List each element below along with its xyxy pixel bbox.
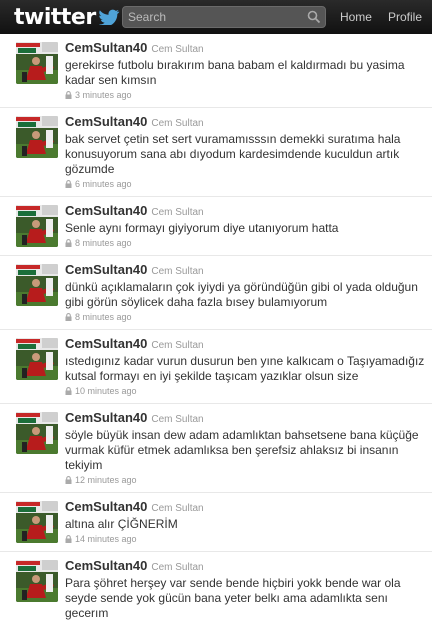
lock-icon <box>65 313 72 321</box>
lock-icon <box>65 91 72 99</box>
tweet-realname: Cem Sultan <box>151 44 204 55</box>
nav-profile-link[interactable]: Profile <box>388 10 422 24</box>
logo-text: twitter <box>14 4 96 30</box>
lock-icon <box>65 535 72 543</box>
tweet-timestamp[interactable]: 10 minutes ago <box>75 385 137 397</box>
tweet-item[interactable]: CemSultan40 Cem Sultan ıstedıgınız kadar … <box>0 330 432 404</box>
avatar[interactable] <box>16 560 58 602</box>
tweet-text: bak servet çetin set sert vuramamısssın … <box>65 132 401 176</box>
search-icon[interactable] <box>307 10 321 24</box>
tweet-item[interactable]: CemSultan40 Cem Sultan dünkü açıklamaları… <box>0 256 432 330</box>
tweet-username[interactable]: CemSultan40 <box>65 410 147 425</box>
tweet-timestamp[interactable]: 8 minutes ago <box>75 237 132 249</box>
tweet-meta: 12 minutes ago <box>65 474 428 486</box>
tweet-text: dünkü açıklamaların çok iyiydi ya göründ… <box>65 280 418 309</box>
avatar[interactable] <box>16 205 58 247</box>
avatar[interactable] <box>16 412 58 454</box>
tweet-username[interactable]: CemSultan40 <box>65 499 147 514</box>
tweet-username[interactable]: CemSultan40 <box>65 558 147 573</box>
tweet-text: altına alır ÇİĞNERİM <box>65 517 178 531</box>
tweet-realname: Cem Sultan <box>151 414 204 425</box>
avatar[interactable] <box>16 42 58 84</box>
tweet-realname: Cem Sultan <box>151 266 204 277</box>
tweet-meta: 8 minutes ago <box>65 237 428 249</box>
tweet-realname: Cem Sultan <box>151 207 204 218</box>
tweet-item[interactable]: CemSultan40 Cem Sultan gerekirse futbolu … <box>0 34 432 108</box>
tweet-timeline: CemSultan40 Cem Sultan gerekirse futbolu … <box>0 34 432 624</box>
tweet-text: gerekirse futbolu bırakırım bana babam e… <box>65 58 405 87</box>
tweet-realname: Cem Sultan <box>151 562 204 573</box>
tweet-text: ıstedıgınız kadar vurun dusurun ben yıne… <box>65 354 425 383</box>
lock-icon <box>65 387 72 395</box>
avatar[interactable] <box>16 116 58 158</box>
tweet-item[interactable]: CemSultan40 Cem Sultan Senle aynı formayı… <box>0 197 432 256</box>
nav-home-link[interactable]: Home <box>340 10 372 24</box>
tweet-username[interactable]: CemSultan40 <box>65 262 147 277</box>
avatar[interactable] <box>16 501 58 543</box>
avatar[interactable] <box>16 264 58 306</box>
tweet-item[interactable]: CemSultan40 Cem Sultan Para şöhret herşey… <box>0 552 432 624</box>
tweet-realname: Cem Sultan <box>151 503 204 514</box>
tweet-timestamp[interactable]: 14 minutes ago <box>75 533 137 545</box>
tweet-timestamp[interactable]: 12 minutes ago <box>75 474 137 486</box>
bird-icon <box>98 9 119 25</box>
tweet-text: söyle büyük insan dew adam adamlıktan ba… <box>65 428 419 472</box>
tweet-realname: Cem Sultan <box>151 118 204 129</box>
tweet-realname: Cem Sultan <box>151 340 204 351</box>
twitter-logo[interactable]: twitter <box>14 5 120 30</box>
tweet-meta: 14 minutes ago <box>65 533 428 545</box>
search-box[interactable] <box>122 6 326 28</box>
avatar[interactable] <box>16 338 58 380</box>
tweet-timestamp[interactable]: 3 minutes ago <box>75 89 132 101</box>
tweet-timestamp[interactable]: 6 minutes ago <box>75 178 132 190</box>
tweet-item[interactable]: CemSultan40 Cem Sultan söyle büyük insan … <box>0 404 432 493</box>
tweet-meta: 6 minutes ago <box>65 178 428 190</box>
top-bar: twitter Home Profile <box>0 0 432 34</box>
tweet-meta: 3 minutes ago <box>65 89 428 101</box>
tweet-username[interactable]: CemSultan40 <box>65 40 147 55</box>
tweet-username[interactable]: CemSultan40 <box>65 114 147 129</box>
tweet-meta: 8 minutes ago <box>65 311 428 323</box>
tweet-text: Senle aynı formayı giyiyorum diye utanıy… <box>65 221 339 235</box>
top-nav: Home Profile <box>340 0 432 34</box>
tweet-meta: 10 minutes ago <box>65 385 428 397</box>
search-input[interactable] <box>128 10 298 24</box>
tweet-text: Para şöhret herşey var sende bende hiçbi… <box>65 576 401 620</box>
tweet-item[interactable]: CemSultan40 Cem Sultan altına alır ÇİĞNER… <box>0 493 432 552</box>
lock-icon <box>65 476 72 484</box>
tweet-username[interactable]: CemSultan40 <box>65 203 147 218</box>
lock-icon <box>65 239 72 247</box>
lock-icon <box>65 180 72 188</box>
tweet-username[interactable]: CemSultan40 <box>65 336 147 351</box>
tweet-item[interactable]: CemSultan40 Cem Sultan bak servet çetin s… <box>0 108 432 197</box>
tweet-timestamp[interactable]: 8 minutes ago <box>75 311 132 323</box>
